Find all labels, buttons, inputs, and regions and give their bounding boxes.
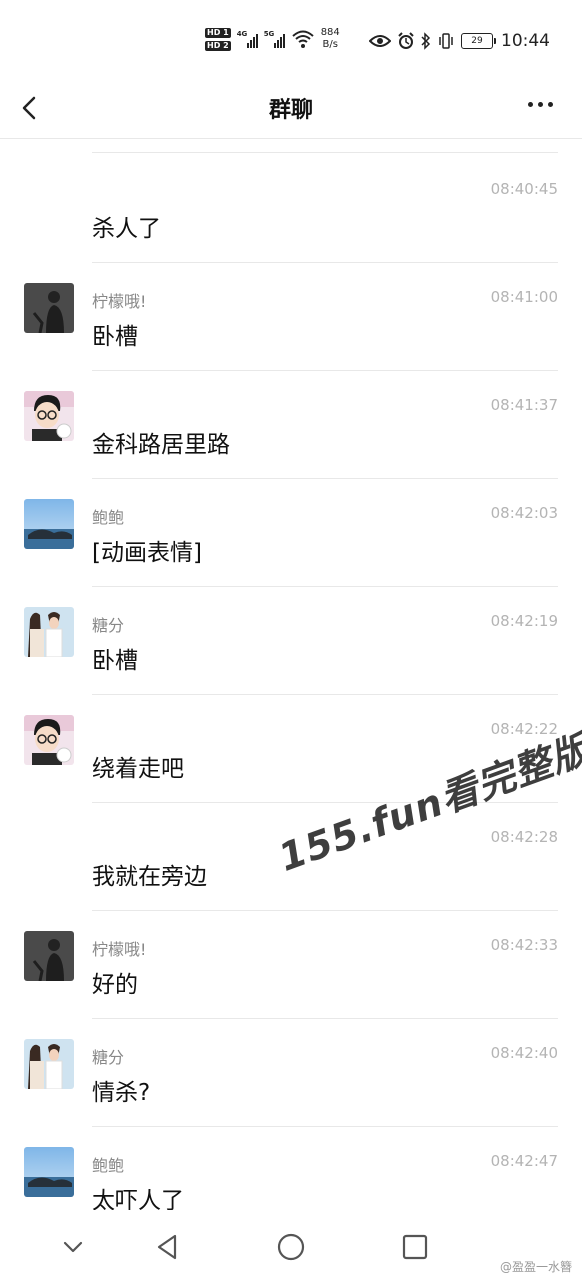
avatar[interactable] [24,391,74,441]
chat-header: 群聊 [0,80,582,139]
sender-name: 糖分 [92,616,125,635]
sender-name: 鲍鲍 [92,508,125,527]
message-time: 08:42:28 [490,828,558,846]
avatar[interactable] [24,607,74,657]
avatar[interactable] [24,1147,74,1197]
message-list[interactable]: 08:40:45 杀人了 柠檬哦! 08:41:00 卧槽 08:41:37 金… [0,140,582,1210]
message-text: 好的 [92,972,138,998]
message-text: [动画表情] [92,540,202,566]
chevron-down-icon[interactable] [58,1232,88,1262]
message-text: 卧槽 [92,648,138,674]
bluetooth-icon [421,32,431,50]
message-time: 08:42:40 [490,1044,558,1062]
message-row[interactable]: 糖分 08:42:19 卧槽 [0,587,582,695]
sim1-badge: HD 1 [205,27,231,38]
message-text: 杀人了 [92,216,161,242]
message-row[interactable]: 08:41:37 金科路居里路 [0,371,582,479]
avatar[interactable] [24,931,74,981]
message-text: 金科路居里路 [92,432,230,458]
sender-name: 鲍鲍 [92,1156,125,1175]
alarm-icon [398,32,414,49]
more-dots-icon[interactable] [528,102,556,112]
avatar[interactable] [24,283,74,333]
triangle-back-icon[interactable] [153,1232,183,1262]
sim2-badge: HD 2 [205,40,231,51]
eye-icon [369,35,391,47]
message-time: 08:41:00 [490,288,558,306]
signal-icon-1: 4G [237,30,258,48]
message-text: 情杀? [92,1080,151,1106]
divider [92,152,558,153]
message-row[interactable]: 鲍鲍 08:42:03 [动画表情] [0,479,582,587]
message-time: 08:42:33 [490,936,558,954]
avatar[interactable] [24,1039,74,1089]
weibo-watermark: @盈盈一水簪 [499,1260,572,1274]
sender-name: 柠檬哦! [92,940,147,959]
message-text: 太吓人了 [92,1188,184,1210]
status-bar: HD 1 HD 2 4G 5G 884 B/s 29 10:44 [0,0,582,80]
system-nav-bar: @盈盈一水簪 [0,1210,582,1280]
sender-name: 柠檬哦! [92,292,147,311]
network-speed: 884 B/s [320,27,340,50]
status-time: 10:44 [501,31,550,51]
message-text: 我就在旁边 [92,864,207,890]
sender-name: 糖分 [92,1048,125,1067]
avatar[interactable] [24,715,74,765]
battery-icon: 29 [461,33,496,49]
message-time: 08:42:47 [490,1152,558,1170]
page-title: 群聊 [268,98,313,123]
message-row[interactable]: 柠檬哦! 08:41:00 卧槽 [0,263,582,371]
message-row[interactable]: 08:40:45 杀人了 [0,155,582,263]
circle-home-icon[interactable] [276,1232,306,1262]
network-indicators: HD 1 HD 2 4G 5G 884 B/s [205,27,340,51]
message-time: 08:42:03 [490,504,558,522]
message-row[interactable]: 糖分 08:42:40 情杀? [0,1019,582,1127]
message-row[interactable]: 鲍鲍 08:42:47 太吓人了 [0,1127,582,1210]
message-text: 卧槽 [92,324,138,350]
system-indicators: 29 10:44 [369,31,550,51]
message-time: 08:40:45 [490,180,558,198]
message-text: 绕着走吧 [92,756,184,782]
message-time: 08:41:37 [490,396,558,414]
signal-icon-2: 5G [264,30,285,48]
square-recent-icon[interactable] [400,1232,430,1262]
message-time: 08:42:19 [490,612,558,630]
vibrate-icon [439,33,453,49]
wifi-icon [292,30,314,48]
avatar[interactable] [24,499,74,549]
message-row[interactable]: 柠檬哦! 08:42:33 好的 [0,911,582,1019]
